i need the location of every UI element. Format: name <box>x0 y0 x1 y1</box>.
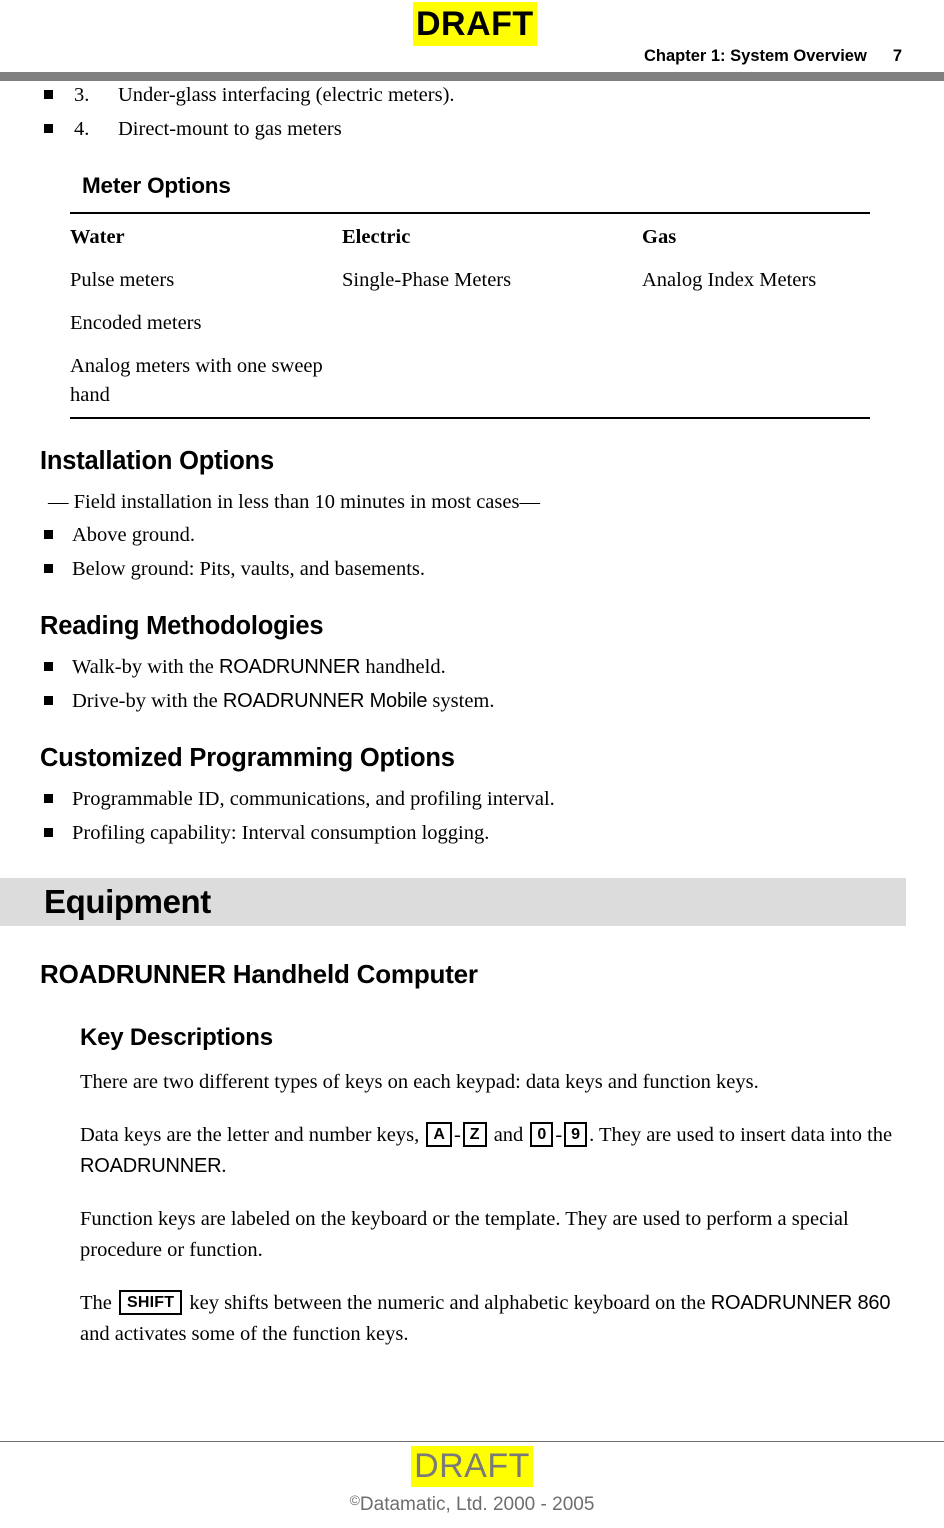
list-item: 3. Under-glass interfacing (electric mete… <box>0 80 906 110</box>
installation-dash-line: — Field installation in less than 10 min… <box>48 491 540 513</box>
list-item: Profiling capability: Interval consumpti… <box>0 818 906 848</box>
paragraph-shift-key: The SHIFT key shifts between the numeric… <box>80 1288 906 1350</box>
heading-key-descriptions: Key Descriptions <box>80 1024 273 1051</box>
table-row: Pulse meters Single-Phase Meters Analog … <box>70 259 870 302</box>
list-item: Walk-by with the ROADRUNNER handheld. <box>0 652 906 682</box>
key-a-icon: A <box>426 1122 452 1147</box>
footer-draft-watermark: DRAFT <box>411 1446 533 1487</box>
header-chapter-title: Chapter 1: System Overview <box>643 47 867 65</box>
reading-bullet-list: Walk-by with the ROADRUNNER handheld. Dr… <box>0 652 906 716</box>
list-item: Programmable ID, communications, and pro… <box>0 784 906 814</box>
table-cell: Analog Index Meters <box>642 269 817 291</box>
table-cell: Encoded meters <box>70 312 202 334</box>
list-item-text: Profiling capability: Interval consumpti… <box>72 822 490 844</box>
table-cell: Analog meters with one sweep hand <box>70 355 323 406</box>
list-item-text: Under-glass interfacing (electric meters… <box>118 84 455 106</box>
paragraph-text: key shifts between the numeric and alpha… <box>184 1292 711 1314</box>
page-footer: DRAFT ©Datamatic, Ltd. 2000 - 2005 <box>0 1440 944 1528</box>
square-bullet-icon <box>44 564 53 573</box>
key-range-dash: - <box>453 1124 461 1146</box>
list-item-text-pre: Walk-by with the <box>72 656 219 678</box>
paragraph-text: and activates some of the function keys. <box>80 1323 409 1345</box>
key-9-icon: 9 <box>564 1122 588 1147</box>
paragraph-text: . They are used to insert data into the <box>589 1124 893 1146</box>
table-column-header-water: Water <box>70 226 125 248</box>
customized-bullet-list: Programmable ID, communications, and pro… <box>0 784 906 848</box>
table-row: Encoded meters <box>70 302 870 345</box>
table-cell <box>642 345 870 418</box>
brand-name: ROADRUNNER 860 <box>710 1292 891 1314</box>
paragraph-text: . <box>221 1155 227 1177</box>
paragraph-text: The <box>80 1292 117 1314</box>
table-cell <box>342 345 642 418</box>
list-item-text: Programmable ID, communications, and pro… <box>72 788 555 810</box>
table-cell: Single-Phase Meters <box>342 269 512 291</box>
page-header: DRAFT Chapter 1: System Overview 7 <box>0 0 944 81</box>
paragraph-text: Data keys are the letter and number keys… <box>80 1124 425 1146</box>
heading-customized-programming-options: Customized Programming Options <box>40 744 455 772</box>
header-draft-watermark: DRAFT <box>413 2 537 46</box>
heading-meter-options: Meter Options <box>82 173 231 198</box>
paragraph-data-keys: Data keys are the letter and number keys… <box>80 1120 906 1182</box>
square-bullet-icon <box>44 828 53 837</box>
table-column-header-electric: Electric <box>342 226 411 248</box>
table-cell <box>342 302 642 345</box>
header-page-number: 7 <box>892 47 902 65</box>
key-0-icon: 0 <box>530 1122 554 1147</box>
list-item-text: Below ground: Pits, vaults, and basement… <box>72 558 426 580</box>
square-bullet-icon <box>44 794 53 803</box>
list-item-text: Above ground. <box>72 524 195 546</box>
copyright-text: Datamatic, Ltd. 2000 - 2005 <box>359 1494 595 1515</box>
brand-name: ROADRUNNER <box>218 656 361 678</box>
list-item-text-pre: Drive-by with the <box>72 690 223 712</box>
brand-name: ROADRUNNER Mobile <box>222 690 428 712</box>
paragraph-function-keys: Function keys are labeled on the keyboar… <box>80 1208 849 1261</box>
list-item: 4. Direct-mount to gas meters <box>0 114 906 144</box>
footer-copyright: ©Datamatic, Ltd. 2000 - 2005 <box>0 1487 944 1528</box>
paragraph-text: and <box>488 1124 529 1146</box>
heading-reading-methodologies: Reading Methodologies <box>40 612 324 640</box>
list-item: Below ground: Pits, vaults, and basement… <box>0 554 906 584</box>
square-bullet-icon <box>44 124 53 133</box>
footer-divider <box>0 1440 944 1442</box>
key-range-dash: - <box>555 1124 563 1146</box>
table-cell <box>642 302 870 345</box>
installation-bullet-list: Above ground. Below ground: Pits, vaults… <box>0 520 906 584</box>
meter-options-table: Water Electric Gas Pulse meters Single-P… <box>70 212 870 419</box>
square-bullet-icon <box>44 696 53 705</box>
brand-name: ROADRUNNER <box>80 1155 222 1177</box>
key-shift-icon: SHIFT <box>119 1290 183 1315</box>
table-cell: Pulse meters <box>70 269 175 291</box>
list-item-text-post: handheld. <box>360 656 446 678</box>
square-bullet-icon <box>44 530 53 539</box>
heading-roadrunner-handheld-computer: ROADRUNNER Handheld Computer <box>40 959 478 989</box>
list-item-text: Direct-mount to gas meters <box>118 118 342 140</box>
square-bullet-icon <box>44 90 53 99</box>
top-numbered-list: 3. Under-glass interfacing (electric mete… <box>0 80 906 144</box>
header-chapter-info: Chapter 1: System Overview 7 <box>644 46 902 66</box>
page-content: 3. Under-glass interfacing (electric mete… <box>0 80 944 1350</box>
list-item: Above ground. <box>0 520 906 550</box>
list-item: Drive-by with the ROADRUNNER Mobile syst… <box>0 686 906 716</box>
heading-equipment-banner: Equipment <box>0 878 906 926</box>
square-bullet-icon <box>44 662 53 671</box>
list-item-number: 3. <box>74 84 90 106</box>
key-z-icon: Z <box>462 1122 487 1147</box>
list-item-text-post: system. <box>427 690 495 712</box>
copyright-symbol-icon: © <box>349 1492 360 1508</box>
heading-installation-options: Installation Options <box>40 447 275 475</box>
list-item-number: 4. <box>74 118 90 140</box>
table-header-row: Water Electric Gas <box>70 213 870 259</box>
paragraph-key-types: There are two different types of keys on… <box>80 1071 759 1093</box>
table-column-header-gas: Gas <box>642 226 677 248</box>
table-row: Analog meters with one sweep hand <box>70 345 870 418</box>
